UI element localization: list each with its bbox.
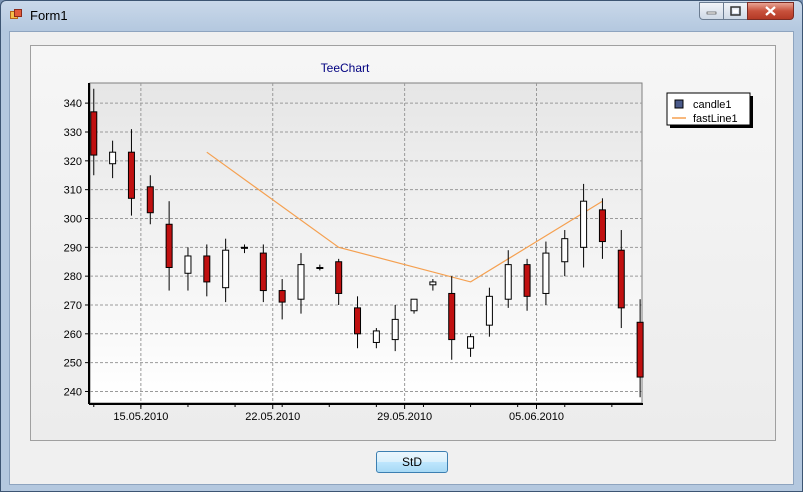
x-axis: 15.05.2010 22.05.2010 29.05.2010 05.06.2010 bbox=[93, 404, 613, 423]
candle-body bbox=[580, 200, 588, 248]
candle-body bbox=[354, 307, 362, 335]
candle-body bbox=[561, 238, 569, 263]
candle-body bbox=[240, 246, 248, 249]
candle-body bbox=[617, 249, 625, 309]
x-tick-label: 29.05.2010 bbox=[377, 411, 432, 423]
y-tick-label: 250 bbox=[64, 358, 82, 370]
x-tick-label: 15.05.2010 bbox=[113, 411, 168, 423]
candle-body bbox=[203, 255, 211, 283]
chart-legend[interactable]: candle1 fastLine1 bbox=[666, 92, 753, 128]
plot-area bbox=[89, 82, 643, 404]
minimize-icon bbox=[706, 11, 717, 15]
y-axis: 240 250 260 270 280 290 300 310 320 330 340 bbox=[64, 98, 89, 398]
close-icon bbox=[765, 6, 776, 16]
candle-body bbox=[636, 321, 644, 378]
legend-candle-swatch bbox=[674, 99, 684, 109]
candle-body bbox=[146, 186, 154, 214]
minimize-button[interactable] bbox=[699, 2, 724, 20]
candle-body bbox=[109, 151, 117, 165]
y-tick-label: 260 bbox=[64, 329, 82, 341]
candle-body bbox=[410, 298, 418, 312]
candle-body bbox=[259, 252, 267, 292]
maximize-button[interactable] bbox=[723, 2, 748, 20]
candle-body bbox=[429, 281, 437, 286]
y-tick-label: 310 bbox=[64, 185, 82, 197]
candle-body bbox=[222, 249, 230, 289]
close-button[interactable] bbox=[747, 2, 794, 20]
y-tick-label: 330 bbox=[64, 127, 82, 139]
candle-body bbox=[165, 223, 173, 269]
legend-line-label: fastLine1 bbox=[693, 113, 738, 125]
candle-body bbox=[335, 261, 343, 294]
maximize-icon bbox=[730, 6, 741, 16]
title-bar[interactable]: Form1 bbox=[1, 1, 802, 29]
candle-body bbox=[523, 264, 531, 297]
y-tick-label: 280 bbox=[64, 271, 82, 283]
y-tick-label: 270 bbox=[64, 300, 82, 312]
candle-body bbox=[542, 252, 550, 294]
candle-body bbox=[90, 111, 98, 156]
form-client-area: TeeChart 240 250 260 270 280 290 300 310 320 330 3… bbox=[9, 31, 794, 485]
x-tick-label: 22.05.2010 bbox=[245, 411, 300, 423]
y-tick-label: 290 bbox=[64, 242, 82, 254]
candle-body bbox=[448, 292, 456, 341]
chart-canvas: TeeChart 240 250 260 270 280 290 300 310 320 330 3… bbox=[64, 61, 753, 423]
candle-body bbox=[127, 151, 135, 199]
candle-body bbox=[504, 264, 512, 300]
candle-body bbox=[278, 290, 286, 303]
main-window: Form1 TeeChart 240 250 260 270 280 290 3… bbox=[0, 0, 803, 492]
x-tick-label: 05.06.2010 bbox=[509, 411, 564, 423]
y-tick-label: 320 bbox=[64, 156, 82, 168]
window-title: Form1 bbox=[30, 8, 68, 23]
candle-body bbox=[467, 336, 475, 349]
tee-chart[interactable]: TeeChart 240 250 260 270 280 290 300 310 320 330 3… bbox=[30, 45, 776, 441]
y-tick-label: 340 bbox=[64, 98, 82, 110]
candle-body bbox=[391, 318, 399, 341]
app-icon bbox=[10, 9, 22, 19]
candle-body bbox=[598, 209, 606, 243]
candle-body bbox=[184, 255, 192, 274]
candle-body bbox=[297, 264, 305, 300]
std-button[interactable]: StD bbox=[376, 451, 448, 473]
candle-body bbox=[485, 295, 493, 326]
y-tick-label: 240 bbox=[64, 386, 82, 398]
y-tick-label: 300 bbox=[64, 213, 82, 225]
legend-candle-label: candle1 bbox=[693, 99, 732, 111]
chart-title: TeeChart bbox=[321, 61, 370, 75]
candle-body bbox=[372, 330, 380, 343]
candle-body bbox=[316, 267, 324, 270]
